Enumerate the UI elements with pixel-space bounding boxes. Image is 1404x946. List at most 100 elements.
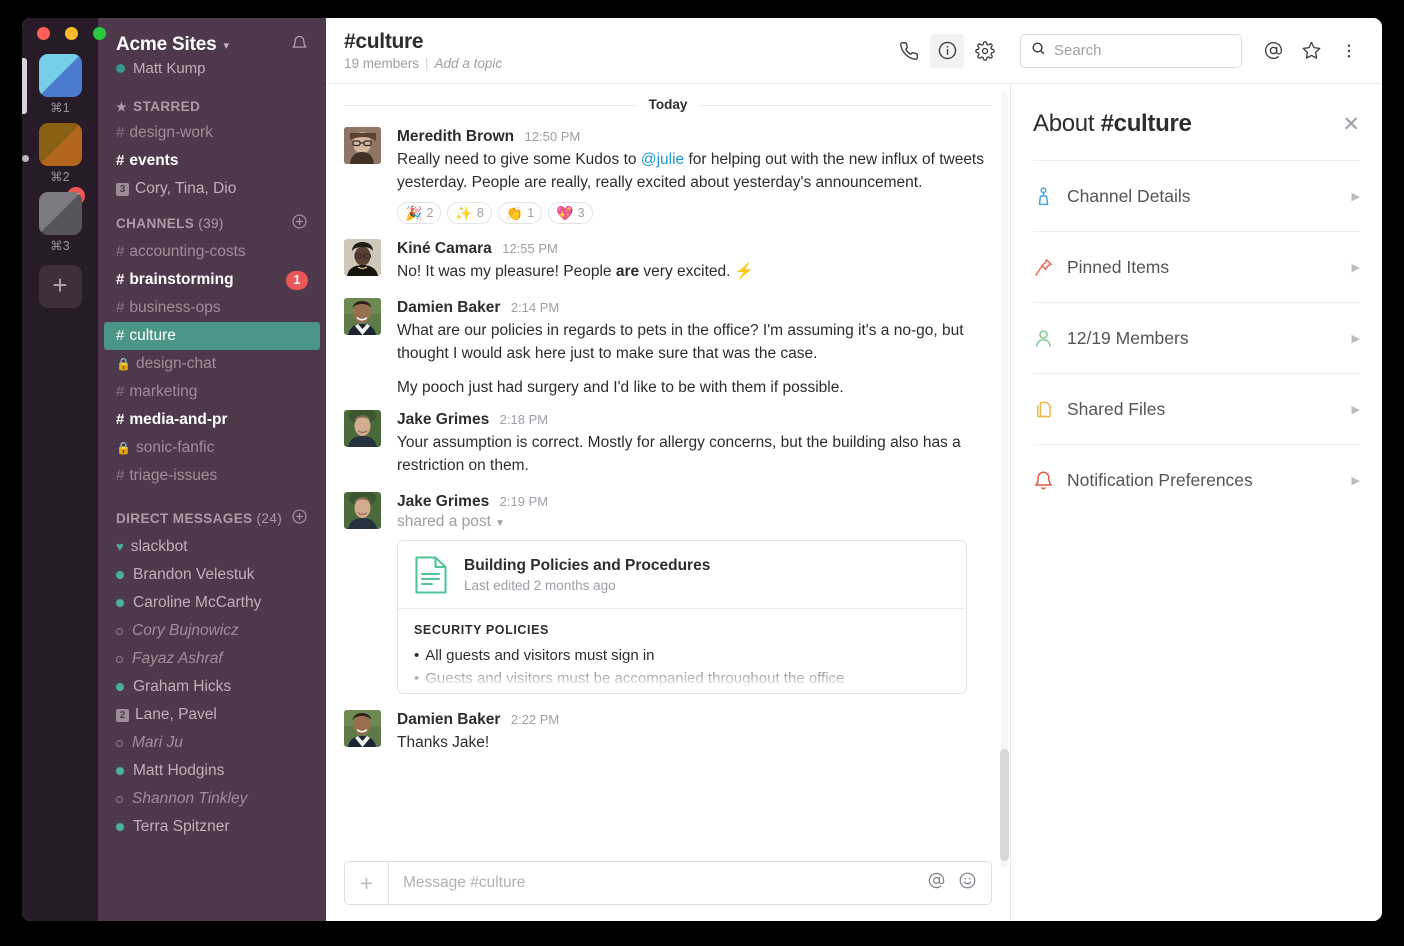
close-window-button[interactable] xyxy=(37,27,50,40)
message-author[interactable]: Damien Baker xyxy=(397,299,500,316)
message-author[interactable]: Damien Baker xyxy=(397,711,500,728)
dm-item-matt-hodgins[interactable]: Matt Hodgins xyxy=(98,757,326,785)
about-item-notification-preferences[interactable]: Notification Preferences ▶ xyxy=(1033,444,1360,515)
dm-item-terra-spitzner[interactable]: Terra Spitzner xyxy=(98,813,326,841)
sidebar-item-business-ops[interactable]: # business-ops xyxy=(98,294,326,322)
emoji-icon[interactable] xyxy=(958,871,977,895)
dm-item-brandon-velestuk[interactable]: Brandon Velestuk xyxy=(98,561,326,589)
chevron-down-icon[interactable]: ▾ xyxy=(223,39,229,52)
message-input[interactable]: Message #culture xyxy=(389,874,927,892)
chevron-down-icon[interactable]: ▼ xyxy=(495,518,505,529)
sidebar-item-media-and-pr[interactable]: # media-and-pr xyxy=(98,406,326,434)
close-icon[interactable]: ✕ xyxy=(1342,114,1360,135)
message-author[interactable]: Jake Grimes xyxy=(397,493,489,510)
search-input[interactable]: Search xyxy=(1020,33,1242,68)
team-name[interactable]: Acme Sites xyxy=(116,34,217,56)
divider: | xyxy=(425,56,429,71)
dms-count: (24) xyxy=(256,510,283,526)
add-channel-icon[interactable] xyxy=(291,213,308,233)
about-item-members[interactable]: 12/19 Members ▶ xyxy=(1033,302,1360,373)
message-composer[interactable]: + Message #culture xyxy=(344,861,992,905)
maximize-window-button[interactable] xyxy=(93,27,106,40)
workspace-shortcut: ⌘3 xyxy=(50,239,70,253)
sidebar-item-triage-issues[interactable]: # triage-issues xyxy=(98,462,326,490)
channels-section-header: CHANNELS (39) xyxy=(98,203,326,238)
phone-icon[interactable] xyxy=(892,34,926,68)
avatar[interactable] xyxy=(344,492,381,529)
about-item-channel-details[interactable]: Channel Details ▶ xyxy=(1033,160,1360,231)
dm-item-fayaz-ashraf[interactable]: Fayaz Ashraf xyxy=(98,645,326,673)
sidebar-item-sonic-fanfic[interactable]: 🔒 sonic-fanfic xyxy=(98,434,326,462)
reaction-chip[interactable]: 👏 1 xyxy=(497,202,543,224)
team-header[interactable]: Acme Sites ▾ Matt Kump xyxy=(98,18,326,89)
sidebar-item-accounting-costs[interactable]: # accounting-costs xyxy=(98,238,326,266)
about-item-shared-files[interactable]: Shared Files ▶ xyxy=(1033,373,1360,444)
page-title[interactable]: #culture xyxy=(344,30,502,54)
dm-item-graham-hicks[interactable]: Graham Hicks xyxy=(98,673,326,701)
minimize-window-button[interactable] xyxy=(65,27,78,40)
channel-label: triage-issues xyxy=(129,467,218,484)
about-panel-title: About #culture xyxy=(1033,110,1192,138)
notifications-bell-icon[interactable] xyxy=(291,35,308,56)
more-icon[interactable] xyxy=(1332,34,1366,68)
message-item: Kiné Camara 12:55 PM No! It was my pleas… xyxy=(326,226,1010,285)
user-mention[interactable]: @julie xyxy=(641,151,684,168)
workspace-item-1[interactable]: ⌘1 xyxy=(22,54,98,115)
sidebar-item-design-chat[interactable]: 🔒 design-chat xyxy=(98,350,326,378)
message-author[interactable]: Meredith Brown xyxy=(397,128,514,145)
sidebar-item-design-work[interactable]: # design-work xyxy=(98,119,326,147)
about-item-pinned-items[interactable]: Pinned Items ▶ xyxy=(1033,231,1360,302)
dm-item-mari-ju[interactable]: Mari Ju xyxy=(98,729,326,757)
dm-item-caroline-mccarthy[interactable]: Caroline McCarthy xyxy=(98,589,326,617)
dm-item-lane-pavel[interactable]: 2 Lane, Pavel xyxy=(98,701,326,729)
add-workspace-button[interactable]: + xyxy=(38,265,82,308)
shared-post-card[interactable]: Building Policies and Procedures Last ed… xyxy=(397,540,967,694)
add-topic-link[interactable]: Add a topic xyxy=(435,56,503,71)
sidebar-item-cory-tina-dio[interactable]: 3 Cory, Tina, Dio xyxy=(98,175,326,203)
sidebar-item-culture[interactable]: # culture xyxy=(104,322,320,350)
add-dm-icon[interactable] xyxy=(291,508,308,528)
dm-item-shannon-tinkley[interactable]: Shannon Tinkley xyxy=(98,785,326,813)
avatar[interactable] xyxy=(344,410,381,447)
files-icon xyxy=(1033,399,1067,420)
avatar[interactable] xyxy=(344,710,381,747)
dm-label: Terra Spitzner xyxy=(133,818,230,835)
sidebar-item-brainstorming[interactable]: # brainstorming 1 xyxy=(98,266,326,294)
at-icon[interactable] xyxy=(927,871,946,895)
message-text-bold: are xyxy=(615,263,640,280)
info-icon[interactable] xyxy=(930,33,964,68)
workspace-item-2[interactable]: ⌘2 xyxy=(22,123,98,184)
message-time: 12:50 PM xyxy=(524,129,581,144)
avatar[interactable] xyxy=(344,127,381,164)
dm-label: Graham Hicks xyxy=(133,678,232,695)
workspace-avatar xyxy=(38,54,82,97)
current-user[interactable]: Matt Kump xyxy=(116,60,308,77)
hash-icon: # xyxy=(116,467,125,484)
post-card-header: Building Policies and Procedures Last ed… xyxy=(398,541,966,609)
post-card-title[interactable]: Building Policies and Procedures xyxy=(464,557,710,575)
dm-item-cory-bujnowicz[interactable]: Cory Bujnowicz xyxy=(98,617,326,645)
message-author[interactable]: Jake Grimes xyxy=(397,411,489,428)
avatar[interactable] xyxy=(344,239,381,276)
at-icon[interactable] xyxy=(1256,34,1290,68)
reaction-chip[interactable]: 🎉 2 xyxy=(397,202,442,224)
scrollbar-thumb[interactable] xyxy=(1000,749,1009,861)
hash-icon: # xyxy=(116,271,125,288)
attach-button[interactable]: + xyxy=(345,862,389,904)
workspace-item-3[interactable]: 5 ⌘3 xyxy=(22,185,98,253)
member-count[interactable]: 19 members xyxy=(344,56,419,71)
reaction-chip[interactable]: ✨ 8 xyxy=(447,202,492,224)
message-author[interactable]: Kiné Camara xyxy=(397,240,492,257)
dm-label: slackbot xyxy=(130,538,188,555)
sidebar-item-marketing[interactable]: # marketing xyxy=(98,378,326,406)
avatar[interactable] xyxy=(344,298,381,335)
presence-online-icon xyxy=(116,599,124,607)
presence-online-icon xyxy=(116,571,124,579)
reaction-chip[interactable]: 💖 3 xyxy=(548,202,593,224)
message-body: Meredith Brown 12:50 PM Really need to g… xyxy=(397,127,992,224)
dm-item-slackbot[interactable]: ♥ slackbot xyxy=(98,533,326,561)
sidebar-item-events[interactable]: # events xyxy=(98,147,326,175)
message-scrollbar[interactable] xyxy=(1000,92,1009,921)
star-icon[interactable] xyxy=(1294,34,1328,68)
gear-icon[interactable] xyxy=(968,34,1002,68)
